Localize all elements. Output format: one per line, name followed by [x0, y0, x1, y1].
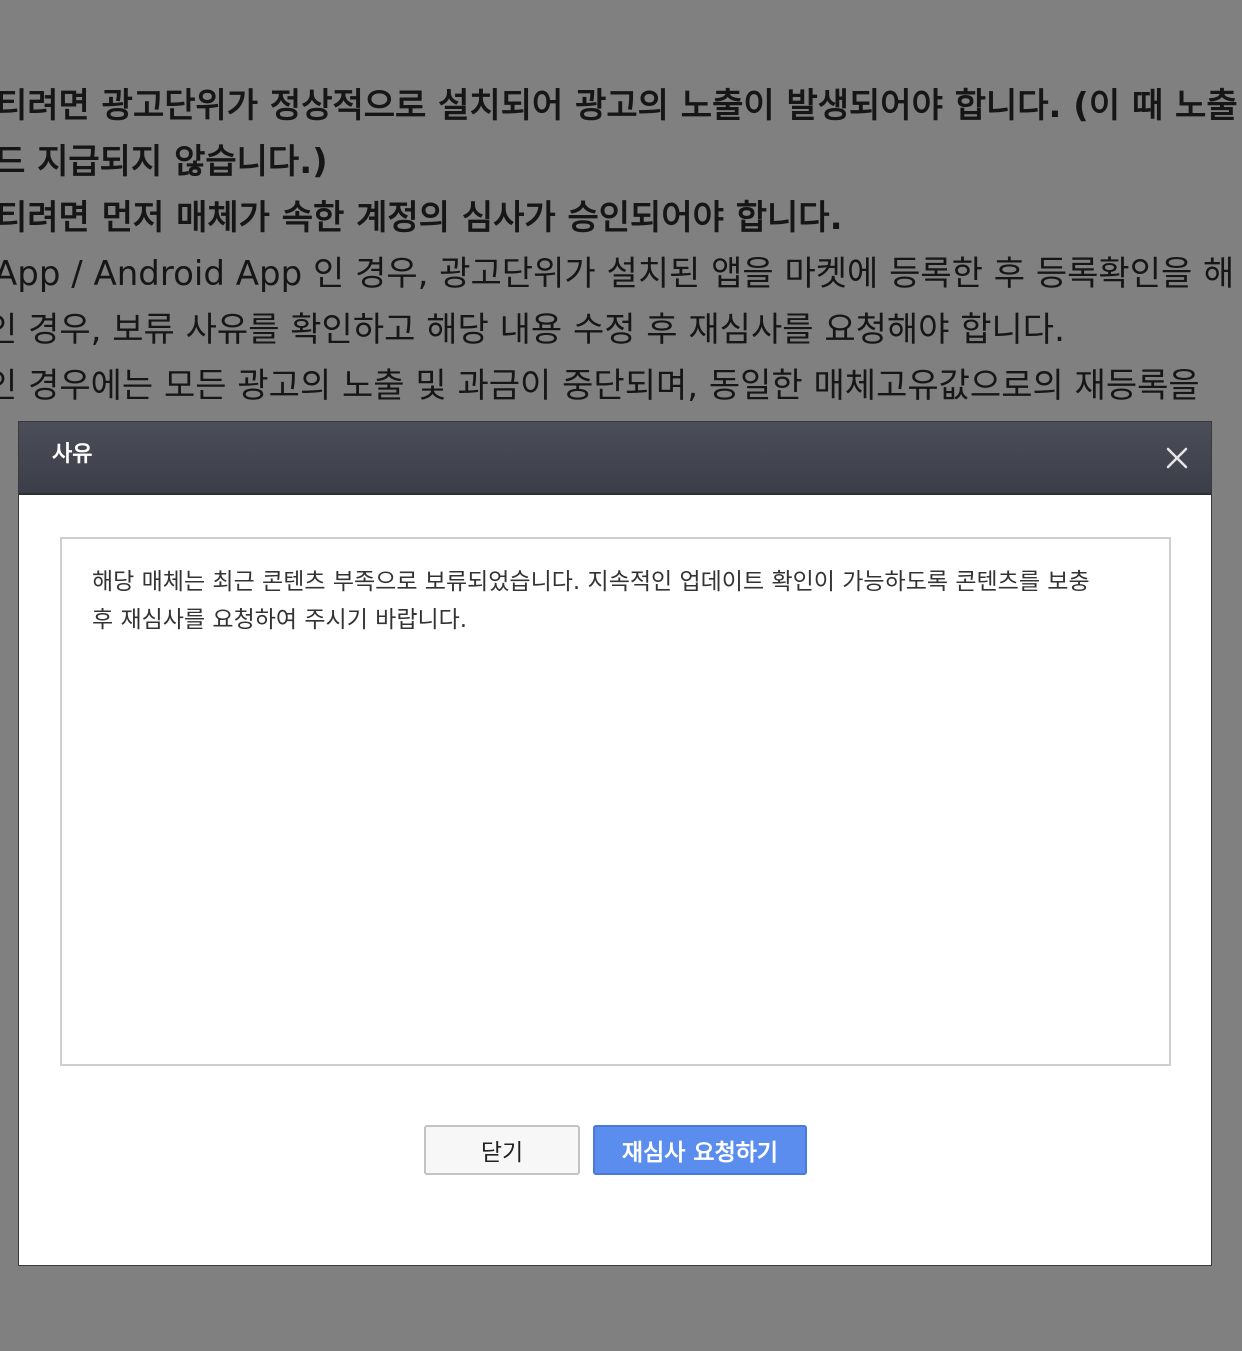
page: 티려면 광고단위가 정상적으로 설치되어 광고의 노출이 발생되어야 합니다. … [0, 0, 1242, 1351]
dialog-title: 사유 [52, 442, 93, 467]
background-text-line: 인 경우에는 모든 광고의 노출 및 과금이 중단되며, 동일한 매체고유값으로… [0, 366, 1200, 406]
background-text-line: 인 경우, 보류 사유를 확인하고 해당 내용 수정 후 재심사를 요청해야 합… [0, 310, 1065, 350]
reason-text-line: 후 재심사를 요청하여 주시기 바랍니다. [92, 607, 468, 633]
background-page-content: 티려면 광고단위가 정상적으로 설치되어 광고의 노출이 발생되어야 합니다. … [0, 78, 1242, 414]
reason-text-line: 해당 매체는 최근 콘텐츠 부족으로 보류되었습니다. 지속적인 업데이트 확인… [92, 569, 1090, 595]
reason-text-area: 해당 매체는 최근 콘텐츠 부족으로 보류되었습니다. 지속적인 업데이트 확인… [60, 537, 1171, 1066]
background-text-line: 티려면 광고단위가 정상적으로 설치되어 광고의 노출이 발생되어야 합니다. … [0, 86, 1238, 126]
background-text-line: 드 지급되지 않습니다.) [0, 142, 328, 182]
close-dialog-button[interactable]: 닫기 [424, 1125, 580, 1175]
close-button[interactable] [1159, 440, 1195, 476]
background-text-line: 티려면 먼저 매체가 속한 계정의 심사가 승인되어야 합니다. [0, 198, 843, 238]
request-rereview-button[interactable]: 재심사 요청하기 [593, 1125, 807, 1175]
background-text-line: App / Android App 인 경우, 광고단위가 설치된 앱을 마켓에… [0, 254, 1235, 294]
close-x-icon [1166, 447, 1188, 469]
dialog-header: 사유 [19, 422, 1211, 495]
reason-dialog: 사유 해당 매체는 최근 콘텐츠 부족으로 보류되었습니다. 지속적인 업데이트… [18, 421, 1212, 1266]
